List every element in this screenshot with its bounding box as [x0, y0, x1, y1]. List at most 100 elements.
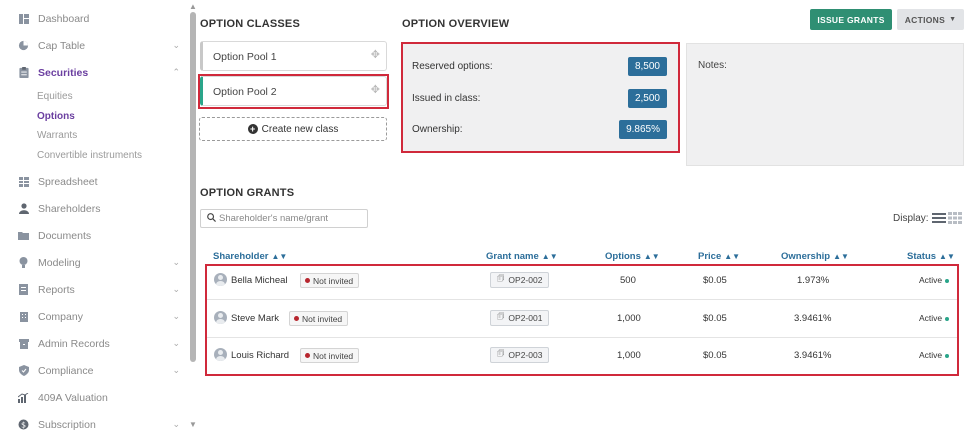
option-overview-title: OPTION OVERVIEW — [402, 18, 510, 30]
sidebar-item-cap-table[interactable]: Cap Table ⌄ — [0, 35, 188, 57]
chevron-down-icon: ⌄ — [172, 40, 180, 50]
archive-icon — [18, 338, 29, 349]
column-header-label: Price — [698, 251, 722, 262]
grid-view-icon[interactable] — [948, 212, 962, 227]
pie-chart-icon — [18, 40, 29, 51]
status-badge-not-invited[interactable]: Not invited — [289, 311, 349, 326]
sidebar-item-securities[interactable]: Securities ⌃ — [0, 62, 188, 84]
dollar-icon: $ — [18, 419, 29, 430]
option-pool-label: Option Pool 2 — [213, 86, 277, 98]
status-dot-icon — [945, 353, 950, 358]
sidebar-subitem-convertible[interactable]: Convertible instruments — [37, 150, 142, 161]
chart-up-icon — [18, 392, 29, 403]
status-badge-not-invited[interactable]: Not invited — [300, 273, 360, 288]
table-row[interactable]: Louis Richard Not invited 🗊 OP2-003 1,000… — [207, 337, 959, 374]
sort-icon: ▲▼ — [939, 252, 955, 261]
sidebar-item-label: Reports — [38, 284, 75, 296]
sidebar-item-dashboard[interactable]: Dashboard — [0, 8, 188, 30]
actions-label: ACTIONS — [904, 14, 946, 25]
actions-dropdown-button[interactable]: ACTIONS ▼ — [897, 9, 964, 30]
options-value: 1,000 — [617, 313, 641, 324]
option-pool-label: Option Pool 1 — [213, 51, 277, 63]
column-header-shareholder[interactable]: Shareholder ▲▼ — [213, 251, 287, 262]
scroll-down-arrow-icon[interactable]: ▼ — [189, 420, 197, 429]
sidebar-item-subscription[interactable]: $ Subscription ⌄ — [0, 414, 188, 436]
option-grants-title: OPTION GRANTS — [200, 187, 295, 199]
create-new-class-button[interactable]: + Create new class — [199, 117, 387, 141]
sidebar-item-modeling[interactable]: Modeling ⌄ — [0, 252, 188, 274]
chevron-up-icon: ⌃ — [172, 67, 180, 77]
column-header-label: Options — [605, 251, 641, 262]
sidebar-item-409a-valuation[interactable]: 409A Valuation — [0, 387, 188, 409]
chevron-down-icon: ⌄ — [172, 257, 180, 267]
drag-handle-icon[interactable]: ✥ — [371, 48, 380, 61]
column-header-label: Status — [907, 251, 937, 262]
status-dot-icon — [945, 316, 950, 321]
status-value: Active — [919, 350, 950, 360]
sidebar-item-company[interactable]: Company ⌄ — [0, 306, 188, 328]
drag-handle-icon[interactable]: ✥ — [371, 83, 380, 96]
column-header-options[interactable]: Options ▲▼ — [605, 251, 660, 262]
sidebar-item-label: Spreadsheet — [38, 176, 98, 188]
chevron-down-icon: ⌄ — [172, 419, 180, 429]
clipboard-icon — [18, 67, 29, 78]
options-value: 1,000 — [617, 350, 641, 361]
grant-name-tag[interactable]: 🗊 OP2-002 — [490, 272, 550, 288]
status-dot-icon — [945, 278, 950, 283]
status-value: Active — [919, 275, 950, 285]
svg-text:$: $ — [21, 421, 26, 430]
sidebar-scrollbar[interactable] — [190, 12, 196, 362]
issue-grants-button[interactable]: ISSUE GRANTS — [810, 9, 892, 30]
sidebar-item-spreadsheet[interactable]: Spreadsheet — [0, 171, 188, 193]
sidebar-subitem-equities[interactable]: Equities — [37, 91, 73, 102]
issued-in-class-label: Issued in class: — [412, 93, 481, 104]
column-header-status[interactable]: Status ▲▼ — [907, 251, 955, 262]
price-value: $0.05 — [703, 275, 727, 286]
column-header-price[interactable]: Price ▲▼ — [698, 251, 740, 262]
grant-name-tag[interactable]: 🗊 OP2-001 — [490, 310, 550, 326]
sidebar-subitem-options[interactable]: Options — [37, 111, 75, 122]
sidebar-item-documents[interactable]: Documents — [0, 225, 188, 247]
red-dot-icon — [305, 278, 310, 283]
sidebar-item-label: Admin Records — [38, 338, 110, 350]
folder-icon — [18, 230, 29, 241]
column-header-grant-name[interactable]: Grant name ▲▼ — [486, 251, 558, 262]
sidebar-subitem-warrants[interactable]: Warrants — [37, 130, 77, 141]
table-row[interactable]: Bella Micheal Not invited 🗊 OP2-002 500 $… — [207, 262, 959, 299]
price-value: $0.05 — [703, 313, 727, 324]
report-icon — [18, 284, 29, 295]
sidebar-item-label: Dashboard — [38, 13, 90, 25]
column-header-label: Shareholder — [213, 251, 269, 262]
option-pool-2[interactable]: Option Pool 2 ✥ — [200, 76, 387, 106]
sort-icon: ▲▼ — [541, 252, 558, 261]
search-input[interactable] — [219, 211, 365, 226]
sort-icon: ▲▼ — [643, 252, 660, 261]
status-value: Active — [919, 313, 950, 323]
list-view-icon[interactable] — [932, 212, 946, 227]
search-box[interactable] — [200, 209, 368, 228]
reserved-options-label: Reserved options: — [412, 61, 493, 72]
shareholder-name[interactable]: Louis Richard — [231, 350, 289, 361]
shareholder-name[interactable]: Steve Mark — [231, 313, 279, 324]
sort-icon: ▲▼ — [724, 252, 741, 261]
status-label: Active — [919, 313, 943, 323]
ownership-label: Ownership: — [412, 124, 463, 135]
chevron-down-icon: ⌄ — [172, 284, 180, 294]
sidebar-item-compliance[interactable]: Compliance ⌄ — [0, 360, 188, 382]
lightbulb-icon — [18, 257, 29, 268]
scroll-up-arrow-icon[interactable]: ▲ — [189, 2, 197, 11]
shareholder-name[interactable]: Bella Micheal — [231, 275, 288, 286]
notes-panel[interactable]: Notes: — [686, 43, 964, 166]
option-overview-panel: Reserved options: 8,500 Issued in class:… — [402, 43, 679, 152]
shield-check-icon — [18, 365, 29, 376]
grant-name-tag[interactable]: 🗊 OP2-003 — [490, 347, 550, 363]
option-pool-1[interactable]: Option Pool 1 ✥ — [200, 41, 387, 71]
sidebar-item-label: Subscription — [38, 419, 96, 431]
sidebar-item-admin-records[interactable]: Admin Records ⌄ — [0, 333, 188, 355]
table-row[interactable]: Steve Mark Not invited 🗊 OP2-001 1,000 $0… — [207, 300, 959, 337]
column-header-ownership[interactable]: Ownership ▲▼ — [781, 251, 849, 262]
sidebar-item-shareholders[interactable]: Shareholders — [0, 198, 188, 220]
sort-icon: ▲▼ — [271, 252, 288, 261]
sidebar-item-reports[interactable]: Reports ⌄ — [0, 279, 188, 301]
status-badge-not-invited[interactable]: Not invited — [300, 348, 360, 363]
